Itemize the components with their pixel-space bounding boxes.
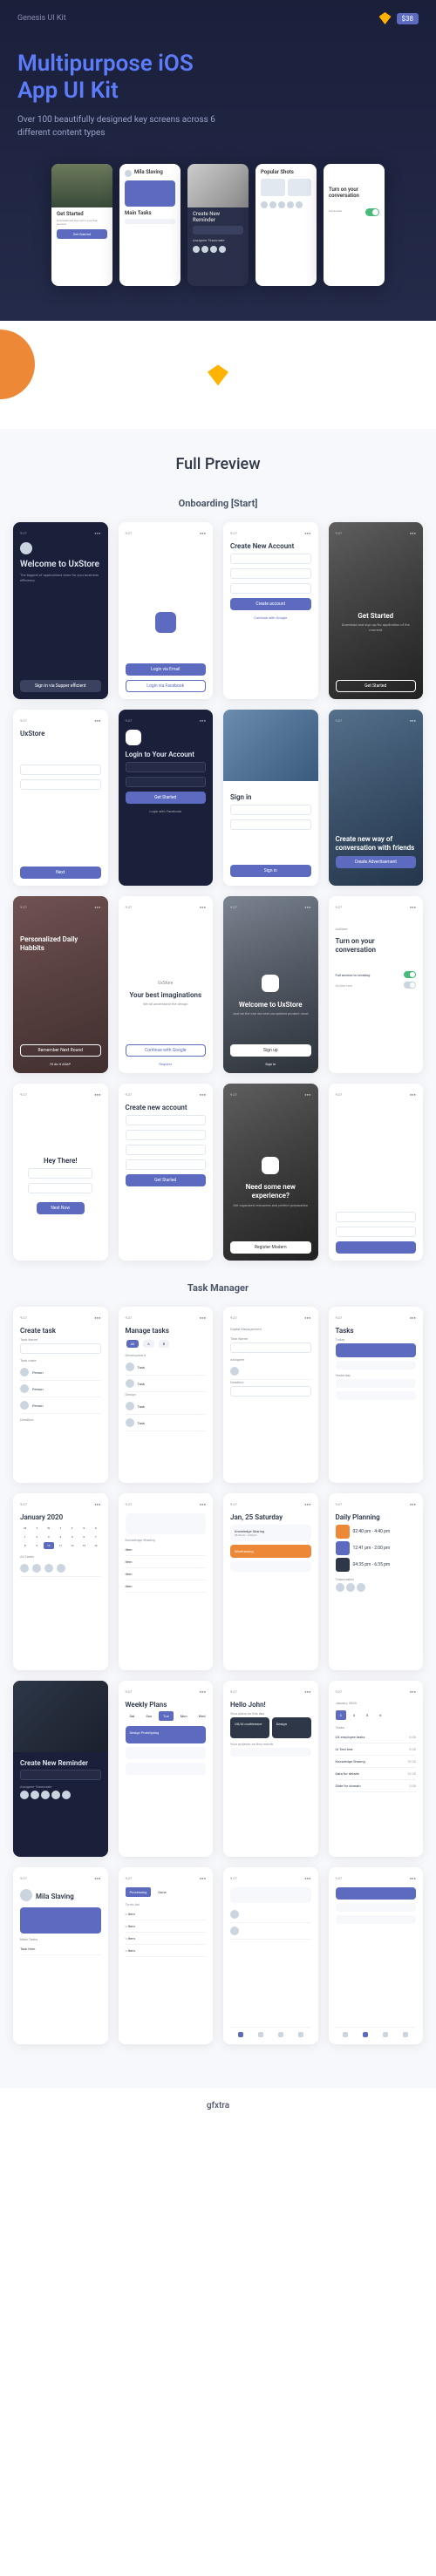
screen-welcome: 9:27●●●Welcome to UxStoreThe biggest of … <box>13 522 108 699</box>
screen-hello-john: 9:27●●●Hello John!Your plans on this day… <box>223 1681 318 1858</box>
sketch-badge-section <box>0 321 436 429</box>
screen-blank: 9:27●●● <box>329 1084 424 1261</box>
watermark: gfxtra <box>0 2088 436 2124</box>
task-grid: 9:27●●●Create taskTask NameTask matePers… <box>13 1307 423 1858</box>
orange-circle-decoration <box>0 330 35 399</box>
screen-create-new: 9:27●●●Create new accountGet Started <box>119 1084 214 1261</box>
screen-hey-there: 9:27●●●Hey There!Next Now <box>13 1084 108 1261</box>
screen-create-account: 9:27●●●Create New AccountCreate accountC… <box>223 522 318 699</box>
sketch-icon <box>379 12 392 24</box>
screen-tasks-list: 9:27●●●TasksTodayYesterday <box>329 1307 424 1484</box>
screen-login-account: 9:27●●●Login to Your AccountGet StartedL… <box>119 710 214 887</box>
sketch-icon <box>208 364 228 385</box>
screen-experience: 9:27●●●Need some new experience?Get orga… <box>223 1084 318 1261</box>
onboarding-title: Onboarding [Start] <box>13 498 423 509</box>
screen-imaginations: 9:27●●●UxStoreYour best imaginationsWe a… <box>119 896 214 1073</box>
screen-reminder: Create New ReminderAssignee Teammate <box>13 1681 108 1858</box>
screen-knowledge: 9:27●●●Knowledge SharingItemItemItemItem <box>119 1493 214 1670</box>
screen-weekly: 9:27●●●Weekly PlansSatSunTueMonWedDesign… <box>119 1681 214 1858</box>
task-grid-2: 9:27●●●Mila SlavingMain TasksTask item 9… <box>13 1867 423 2044</box>
screen-welcome-uxstore: 9:27●●●Welcome to UxStoreJust be the one… <box>223 896 318 1073</box>
screen-login-icon: 9:27●●●Login via EmailLogin via Facebook <box>119 522 214 699</box>
screen-day-view: 9:27●●●Jan, 25 SaturdayKnowledge Sharing… <box>223 1493 318 1670</box>
screen-turn-on: 9:27●●●UxStoreTurn on your conversationF… <box>329 896 424 1073</box>
screen-mila: 9:27●●●Mila SlavingMain TasksTask item <box>13 1867 108 2044</box>
preview-title: Full Preview <box>13 455 423 473</box>
price-badge: $38 <box>397 13 419 24</box>
screen-get-started: 9:27●●●Get StartedDownload and sign up/f… <box>329 522 424 699</box>
mockup-phone: Turn on your conversationFull access <box>324 164 385 286</box>
hero-title: Multipurpose iOSApp UI Kit <box>17 51 419 105</box>
hero-subtitle: Over 100 beautifully designed key screen… <box>17 113 227 139</box>
screen-todo: 9:27●●●ProcessingDoneTo-do list○ Item○ I… <box>119 1867 214 2044</box>
onboarding-grid: 9:27●●●Welcome to UxStoreThe biggest of … <box>13 522 423 1073</box>
screen-habits: 9:27●●●Personalized Daily HabbitsRemembe… <box>13 896 108 1073</box>
screen-extra2: 9:27●●● <box>329 1867 424 2044</box>
mockup-phone: Mila SlavingMain Tasks <box>119 164 181 286</box>
screen-conversation: 9:27●●●Create new way of conversation wi… <box>329 710 424 887</box>
mockup-phone: Create New ReminderAssignee Teammate <box>187 164 249 286</box>
screen-task-detail: 9:27●●●Digital ManagementTask NameAssign… <box>223 1307 318 1484</box>
onboarding-grid-2: 9:27●●●Hey There!Next Now 9:27●●●Create … <box>13 1084 423 1261</box>
screen-manage-tasks: 9:27●●●Manage tasksAllABDevelopmentTaskT… <box>119 1307 214 1484</box>
screen-extra1: 9:27●●● <box>223 1867 318 2044</box>
task-manager-title: Task Manager <box>13 1282 423 1294</box>
screen-tasks-month: 9:27●●●January 20203456TasksUX employee … <box>329 1681 424 1858</box>
screen-calendar: 9:27●●●January 2020MTWTFSS12345678910111… <box>13 1493 108 1670</box>
mockup-phone: Popular Shots <box>255 164 317 286</box>
mockup-phone: Get StartedDownload and sign up for your… <box>51 164 112 286</box>
screen-signin-photo: Sign inSign in <box>223 710 318 887</box>
badges: $38 <box>379 12 419 24</box>
screen-daily-planning: 9:27●●●Daily Planning02:40 pm - 4:40 pm1… <box>329 1493 424 1670</box>
hero-mockups: Get StartedDownload and sign up for your… <box>17 164 419 286</box>
brand-name: Genesis UI Kit <box>17 14 66 23</box>
screen-uxstore: 9:27●●●UxStoreNext <box>13 710 108 887</box>
screen-create-task: 9:27●●●Create taskTask NameTask matePers… <box>13 1307 108 1484</box>
